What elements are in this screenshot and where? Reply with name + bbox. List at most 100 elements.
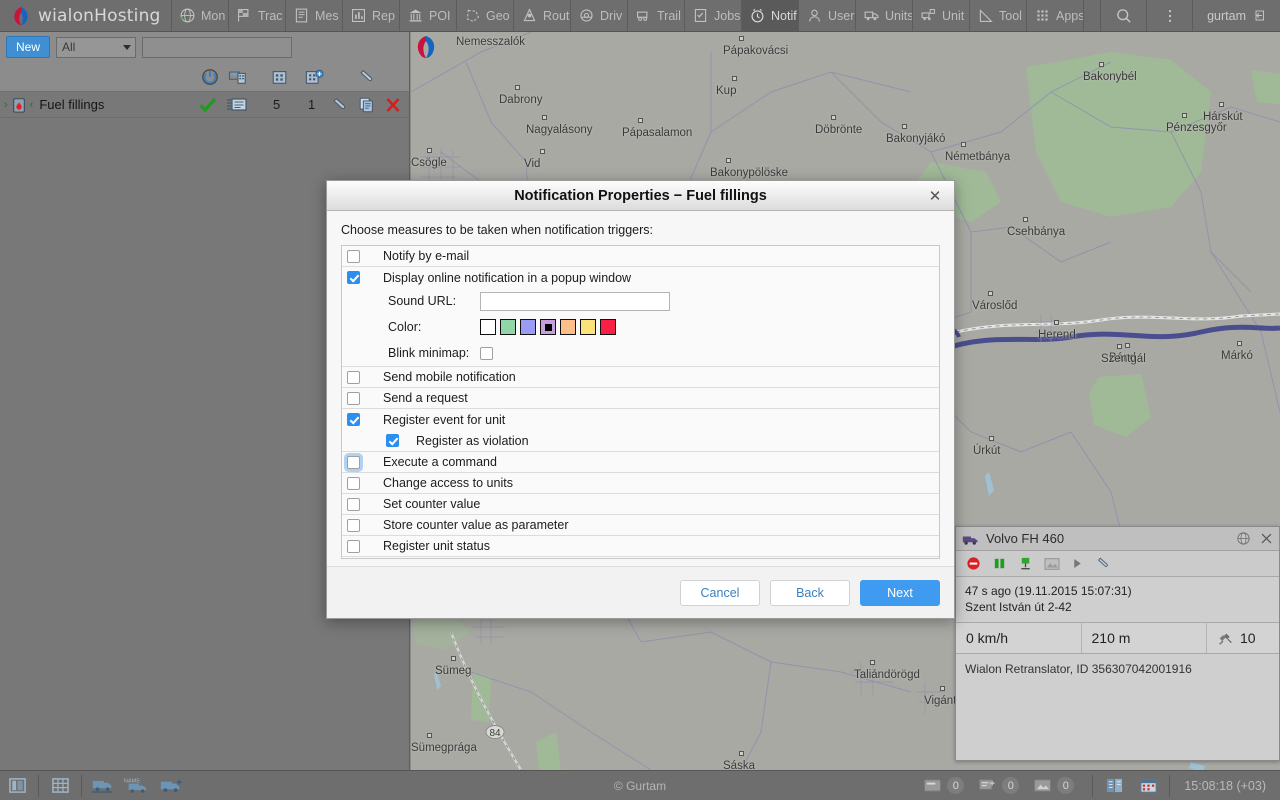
no-entry-icon[interactable] (966, 556, 981, 571)
photo-icon[interactable] (1044, 557, 1060, 571)
nav-item-trailers[interactable]: Trail (628, 0, 685, 31)
color-swatch-4[interactable] (560, 319, 576, 335)
map-place-dot (902, 124, 907, 129)
measure-row-register-violation[interactable]: Register as violation (342, 430, 939, 451)
row-expander[interactable]: › ‹ (0, 96, 33, 114)
truck-name-icon[interactable] (86, 771, 120, 800)
measure-row-execute-command[interactable]: Execute a command (342, 452, 939, 473)
play-icon[interactable] (1071, 557, 1084, 570)
cancel-button[interactable]: Cancel (680, 579, 760, 606)
nav-label: Apps (1056, 8, 1084, 23)
unit-cube-icon[interactable] (270, 68, 289, 89)
power-icon[interactable] (201, 68, 219, 89)
messages-counter[interactable]: 0 (923, 777, 965, 794)
next-button[interactable]: Next (860, 579, 940, 606)
new-button[interactable]: New (6, 36, 51, 58)
checkbox-blink-minimap[interactable] (480, 346, 493, 360)
measure-row-change-access[interactable]: Change access to units (342, 473, 939, 494)
pause-green-icon[interactable] (992, 556, 1007, 571)
measure-row-store-counter[interactable]: Store counter value as parameter (342, 515, 939, 536)
map-place-label: Sümeg (435, 665, 472, 677)
checkbox-execute-command[interactable] (347, 455, 360, 469)
panel-search-input[interactable] (142, 36, 293, 58)
nav-item-users[interactable]: User (799, 0, 856, 31)
checkbox-send-mobile[interactable] (347, 370, 360, 384)
unit-cube-plus-icon[interactable] (304, 68, 325, 89)
nav-item-drivers[interactable]: Driv (571, 0, 628, 31)
copy-icon[interactable] (357, 96, 376, 117)
nav-item-routes[interactable]: Rout (514, 0, 571, 31)
measure-row-set-counter[interactable]: Set counter value (342, 494, 939, 515)
checkbox-change-access[interactable] (347, 476, 360, 490)
measure-row-register-status[interactable]: Register unit status (342, 536, 939, 557)
nav-item-tracks[interactable]: Trac (229, 0, 286, 31)
wrench-icon[interactable] (330, 96, 349, 117)
user-menu[interactable]: gurtam (1192, 0, 1280, 31)
color-swatch-5[interactable] (580, 319, 596, 335)
dialog-title-bar: Notification Properties − Fuel fillings … (327, 181, 954, 211)
red-x-icon[interactable] (385, 96, 401, 117)
wrench-icon[interactable] (1095, 556, 1111, 571)
globe-icon[interactable] (1236, 531, 1251, 546)
book-icon[interactable] (1097, 771, 1131, 800)
checkbox-register-status[interactable] (347, 539, 360, 553)
filter-dropdown[interactable]: All (56, 36, 137, 58)
more-menu-button[interactable] (1146, 0, 1192, 31)
truck-plus-icon[interactable] (154, 771, 188, 800)
wrench-icon[interactable] (357, 68, 376, 89)
email-list-icon[interactable] (226, 96, 248, 117)
nav-item-unit-groups[interactable]: Unit (913, 0, 970, 31)
close-icon[interactable] (1260, 532, 1273, 545)
color-swatch-6[interactable] (600, 319, 616, 335)
checkbox-send-request[interactable] (347, 391, 360, 405)
green-check-icon[interactable] (198, 96, 218, 117)
measure-row-send-request[interactable]: Send a request (342, 388, 939, 409)
nav-item-reports[interactable]: Rep (343, 0, 400, 31)
nav-item-apps[interactable]: Apps (1027, 0, 1084, 31)
nav-item-geofences[interactable]: Geo (457, 0, 514, 31)
back-button[interactable]: Back (770, 579, 850, 606)
nav-item-monitoring[interactable]: Mon (172, 0, 229, 31)
table-row[interactable]: › ‹ Fuel fillings 5 1 (0, 92, 409, 118)
app-logo[interactable]: wialonHosting (0, 0, 172, 31)
calendar-icon[interactable] (1131, 771, 1165, 800)
color-swatch-3[interactable] (540, 319, 556, 335)
nav-label: Mes (315, 8, 339, 23)
truck-label-icon[interactable]: NAME (120, 771, 154, 800)
color-swatch-2[interactable] (520, 319, 536, 335)
nav-item-notifications[interactable]: Notif (742, 0, 799, 31)
sound-url-input[interactable] (480, 291, 670, 311)
fuel-canister-icon (12, 97, 25, 113)
checkbox-register-violation[interactable] (386, 434, 399, 447)
measure-row-send-mobile[interactable]: Send mobile notification (342, 367, 939, 388)
grid-layout-icon[interactable] (43, 771, 77, 800)
email-notify-icon[interactable] (228, 68, 248, 89)
checkbox-notify-email[interactable] (347, 249, 360, 263)
measure-row-display-popup[interactable]: Display online notification in a popup w… (342, 267, 939, 288)
checkbox-register-event[interactable] (347, 413, 360, 426)
panel-layout-icon[interactable] (0, 771, 34, 800)
notification-properties-dialog: Notification Properties − Fuel fillings … (326, 180, 955, 619)
divider (38, 774, 39, 797)
nav-item-poi[interactable]: POI (400, 0, 457, 31)
measure-row-modify-groups[interactable]: Modify unit groups (342, 557, 939, 558)
nav-item-units[interactable]: Units (856, 0, 913, 31)
nav-item-tools[interactable]: Tool (970, 0, 1027, 31)
expand-left-arrow[interactable]: › (4, 99, 8, 111)
outgoing-counter[interactable]: 0 (978, 777, 1020, 794)
checkbox-set-counter[interactable] (347, 497, 360, 511)
checkbox-display-popup[interactable] (347, 271, 360, 284)
measure-label: Display online notification in a popup w… (383, 270, 632, 285)
nav-item-jobs[interactable]: Jobs (685, 0, 742, 31)
color-swatch-0[interactable] (480, 319, 496, 335)
expand-right-arrow[interactable]: ‹ (30, 99, 34, 111)
checkbox-store-counter[interactable] (347, 518, 360, 532)
images-counter[interactable]: 0 (1033, 777, 1075, 794)
measure-row-notify-email[interactable]: Notify by e-mail (342, 246, 939, 267)
close-icon[interactable]: ✕ (926, 187, 944, 205)
measure-row-register-event[interactable]: Register event for unit (342, 409, 939, 430)
nav-item-messages[interactable]: Mes (286, 0, 343, 31)
color-swatch-1[interactable] (500, 319, 516, 335)
search-button[interactable] (1100, 0, 1146, 31)
antenna-green-icon[interactable] (1018, 556, 1033, 571)
